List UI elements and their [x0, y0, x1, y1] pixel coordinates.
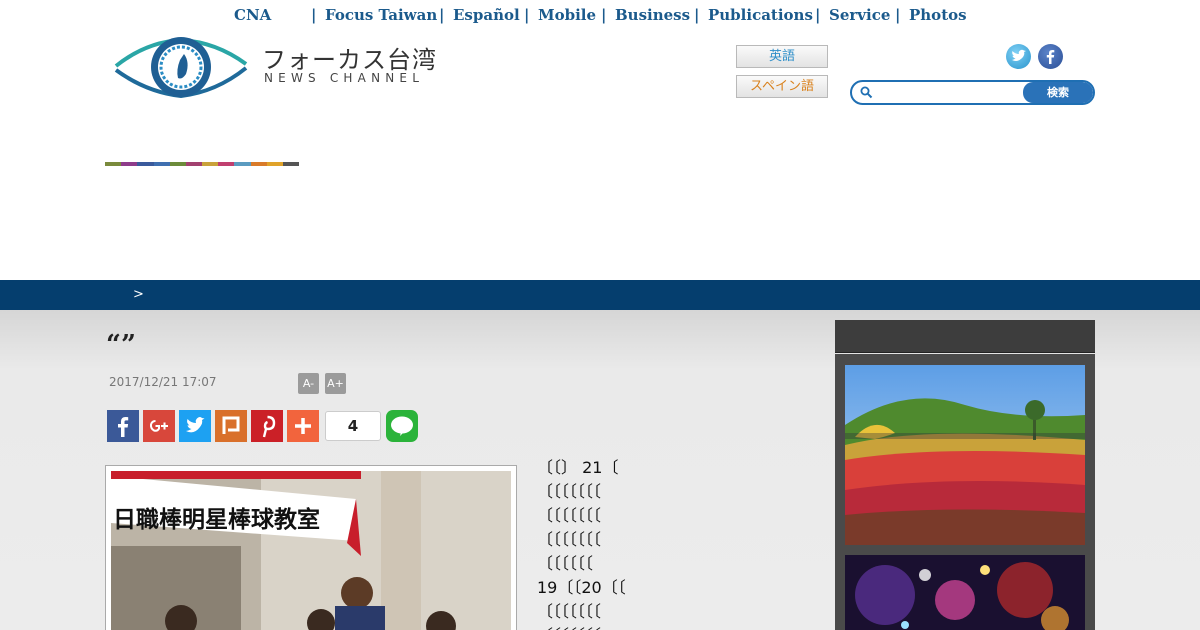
- nav-separator: |: [895, 6, 901, 24]
- search-input[interactable]: [876, 84, 1026, 101]
- article-line: 19〔〔20〔〔: [537, 578, 626, 597]
- article-photo-image: 日職棒明星棒球教室: [111, 471, 511, 630]
- color-strip-segment: [266, 162, 283, 166]
- eye-logo-icon: [114, 37, 248, 99]
- share-count: 4: [325, 411, 381, 441]
- article-line: 〔〔〔〔〔〔〔: [537, 602, 602, 621]
- share-facebook-button[interactable]: [107, 410, 139, 442]
- color-strip-segment: [202, 162, 219, 166]
- share-pinterest-button[interactable]: [251, 410, 283, 442]
- article-line: 〔〔〔〔〔〔〔: [537, 624, 627, 630]
- nav-separator: |: [601, 6, 607, 24]
- article-headline: “”: [106, 330, 136, 360]
- sidebar-photo-light-festival[interactable]: [845, 555, 1085, 630]
- google-plus-icon: [149, 420, 168, 432]
- search-icon: [860, 86, 873, 99]
- photo-banner-text: 日職棒明星棒球教室: [113, 506, 320, 533]
- article-photo[interactable]: 日職棒明星棒球教室: [111, 471, 511, 630]
- article-line: 〔〔〕 21〔: [537, 458, 619, 477]
- color-strip-segment: [218, 162, 235, 166]
- plurk-icon: [222, 416, 240, 434]
- share-line-button[interactable]: [386, 410, 418, 442]
- decorative-color-strip: [105, 162, 300, 166]
- line-icon: [391, 416, 413, 436]
- nav-separator: |: [311, 6, 317, 24]
- twitter-icon: [186, 417, 205, 433]
- nav-separator: |: [694, 6, 700, 24]
- article-line: 〔〔〔〔〔〔〔: [537, 530, 602, 549]
- article-line: 〔〔〔〔〔〔〔: [537, 482, 602, 501]
- color-strip-segment: [153, 162, 170, 166]
- flower-field-image: [845, 365, 1085, 545]
- spanish-language-button[interactable]: スペイン語: [736, 75, 828, 98]
- share-plurk-button[interactable]: [215, 410, 247, 442]
- breadcrumb-bar: >: [0, 280, 1200, 310]
- search-box: 検索: [850, 80, 1095, 105]
- share-google-plus-button[interactable]: [143, 410, 175, 442]
- color-strip-segment: [121, 162, 138, 166]
- nav-link-business[interactable]: Business: [615, 6, 690, 24]
- color-strip-segment: [185, 162, 203, 166]
- nav-link-photos[interactable]: Photos: [909, 6, 967, 24]
- color-strip-segment: [234, 162, 251, 166]
- light-festival-image: [845, 555, 1085, 630]
- font-size-increase-button[interactable]: A+: [325, 373, 346, 394]
- breadcrumb-separator: >: [133, 287, 144, 302]
- english-language-button[interactable]: 英語: [736, 45, 828, 68]
- nav-link-focus-taiwan[interactable]: Focus Taiwan: [325, 6, 437, 24]
- color-strip-segment: [250, 162, 267, 166]
- article-body: 〔〔〕 21〔 〔〔〔〔〔〔〔 〔〔〔〔〔〔〔 〔〔〔〔〔〔〔 〔〔〔〔〔〔 1…: [537, 456, 627, 630]
- sidebar-header: [835, 320, 1095, 353]
- color-strip-segment: [105, 162, 122, 166]
- color-strip-segment: [169, 162, 186, 166]
- color-strip-segment: [137, 162, 154, 166]
- nav-separator: |: [524, 6, 530, 24]
- logo-subtitle: NEWS CHANNEL: [264, 71, 425, 85]
- nav-link-publications[interactable]: Publications: [708, 6, 813, 24]
- sidebar-photo-flower-field[interactable]: [845, 365, 1085, 545]
- nav-link-service[interactable]: Service: [829, 6, 890, 24]
- nav-link-mobile[interactable]: Mobile: [538, 6, 596, 24]
- nav-separator: |: [815, 6, 821, 24]
- nav-link-espanol[interactable]: Español: [453, 6, 520, 24]
- twitter-icon[interactable]: [1006, 44, 1031, 69]
- top-navigation: CNA | Focus Taiwan | Español | Mobile | …: [0, 0, 1200, 30]
- more-plus-icon: [295, 418, 311, 434]
- article-line: 〔〔〔〔〔〔: [537, 554, 594, 573]
- color-strip-segment: [282, 162, 300, 166]
- pinterest-icon: [262, 415, 276, 438]
- search-button[interactable]: 検索: [1023, 82, 1093, 103]
- facebook-icon: [118, 417, 129, 437]
- facebook-icon[interactable]: [1038, 44, 1063, 69]
- nav-link-cna[interactable]: CNA: [234, 6, 271, 24]
- share-twitter-button[interactable]: [179, 410, 211, 442]
- article-line: 〔〔〔〔〔〔〔: [537, 506, 602, 525]
- nav-separator: |: [439, 6, 445, 24]
- font-size-decrease-button[interactable]: A-: [298, 373, 319, 394]
- logo-title: フォーカス台湾: [262, 46, 437, 74]
- share-more-button[interactable]: [287, 410, 319, 442]
- article-date: 2017/12/21 17:07: [109, 375, 217, 389]
